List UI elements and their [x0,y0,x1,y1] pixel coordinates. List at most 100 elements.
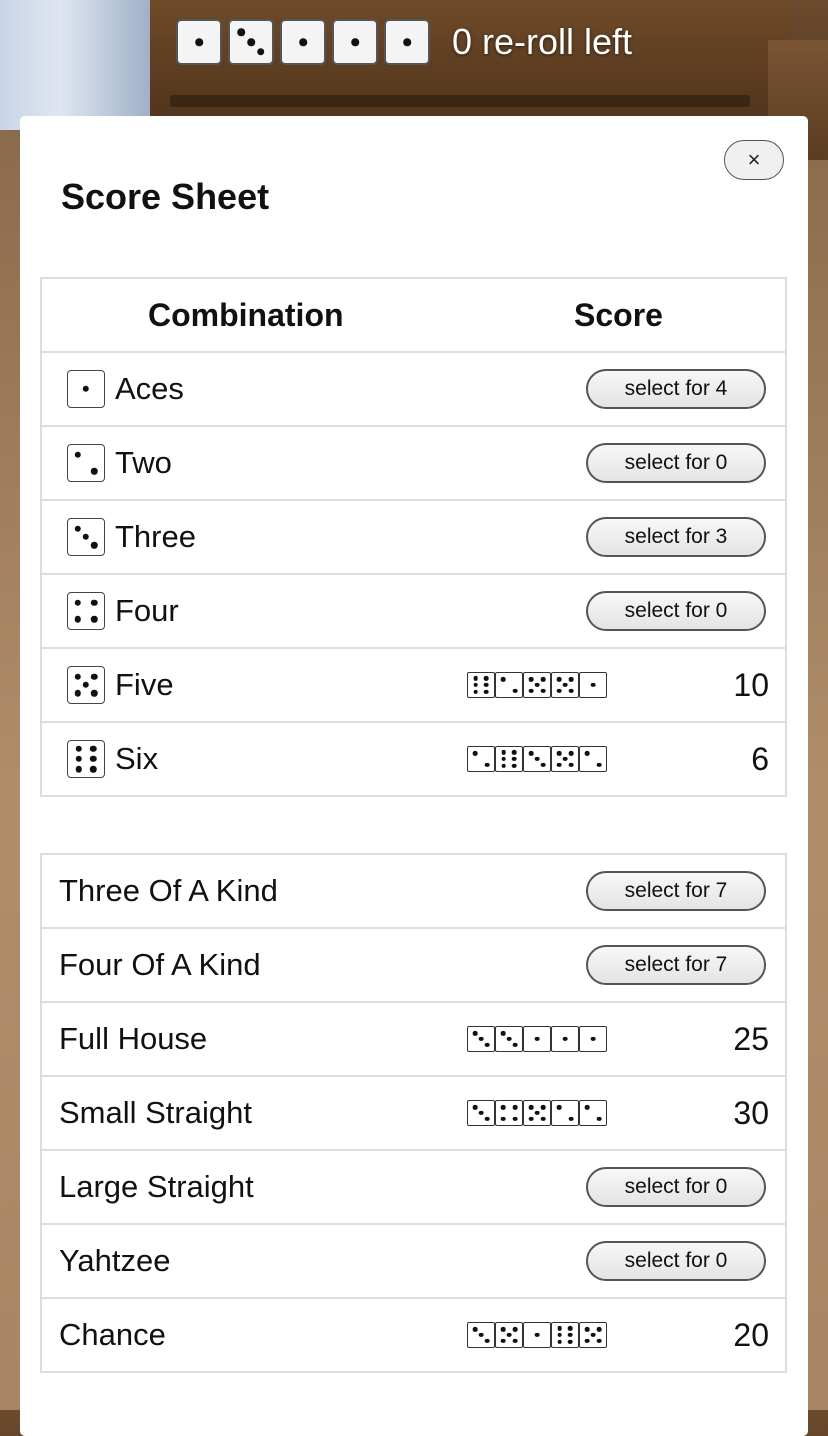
select-score-button[interactable]: select for 0 [586,443,766,483]
pip [91,468,98,475]
die-4 [332,19,378,65]
score-row: Small Straight 30 [42,1075,785,1149]
pip [584,1327,590,1332]
pip [473,676,479,681]
select-score-button[interactable]: select for 3 [586,517,766,557]
pip [484,1338,490,1343]
score-value: 10 [733,666,769,703]
pip [562,756,568,762]
score-row: Large Straight select for 0 [42,1149,785,1223]
pip [557,1339,563,1344]
pip [89,755,97,763]
lower-section-table: Three Of A Kind select for 7 Four Of A Kin… [40,853,787,1373]
score-row: Full House 25 [42,1001,785,1075]
pip [483,689,489,694]
pip [89,765,97,773]
select-score-button[interactable]: select for 0 [586,1167,766,1207]
combination-label: Five [115,667,174,702]
score-row: Yahtzee select for 0 [42,1223,785,1297]
pip [584,1105,590,1110]
combination-label: Small Straight [59,1095,252,1130]
upper-section-table: Combination Score Aces select for 4 Two sel… [40,277,787,797]
mini-die [551,1100,579,1126]
pip [528,1105,534,1110]
score-value: 6 [751,740,769,777]
mini-die [551,672,579,698]
pip [540,1105,546,1110]
pip [351,38,359,46]
combination-label: Full House [59,1021,208,1056]
pip [557,1326,563,1331]
combination-label: Large Straight [59,1169,254,1204]
pip [540,677,546,682]
recorded-dice [467,1322,607,1348]
mini-die [523,1322,551,1348]
select-score-button[interactable]: select for 7 [586,871,766,911]
column-header-score: Score [574,296,663,333]
pip [500,1105,506,1110]
mini-die [467,746,495,772]
pip [596,1327,602,1332]
die-2 [228,19,274,65]
pip [534,682,540,688]
score-row: Five 10 [42,647,785,721]
pip [91,673,98,680]
select-score-button[interactable]: select for 0 [586,591,766,631]
die-face-icon [67,592,105,630]
pip [506,1332,512,1338]
pip [584,751,590,756]
pip [528,1116,534,1121]
die-face-icon [67,666,105,704]
combination-label: Six [115,741,159,776]
score-value: 30 [733,1094,769,1131]
pip [556,762,562,767]
close-button[interactable]: × [724,140,784,180]
recorded-dice [467,672,607,698]
pip [584,1338,590,1343]
reroll-counter: 0 re-roll left [452,21,633,62]
die-face-icon [67,370,105,408]
mini-die [495,1026,523,1052]
pip [74,599,81,606]
pip [74,673,81,680]
die-face-icon [67,444,105,482]
mini-die [467,1100,495,1126]
pip [590,1332,596,1338]
score-value: 25 [733,1020,769,1057]
combination-label: Two [115,445,172,480]
pip [472,1327,478,1332]
mini-die [579,1322,607,1348]
pip [528,751,534,756]
pip [75,765,83,773]
pip [567,1326,573,1331]
pip [557,1332,563,1338]
pip [562,682,568,688]
mini-die [523,1026,551,1052]
current-dice [176,19,436,65]
select-score-button[interactable]: select for 7 [586,945,766,985]
pip [500,1338,506,1343]
combination-label: Four [115,593,179,628]
pip [528,677,534,682]
mini-die [467,1026,495,1052]
recorded-dice [467,1026,607,1052]
select-score-button[interactable]: select for 4 [586,369,766,409]
pip [534,756,540,762]
pip [596,762,602,767]
pip [568,751,574,756]
pip [534,1110,540,1116]
pip [568,1116,574,1121]
score-row: Three Of A Kind select for 7 [42,855,785,927]
pip [91,690,98,697]
pip [82,681,90,689]
pip [501,763,507,768]
pip [540,762,546,767]
mini-die [579,672,607,698]
pip [478,1110,484,1116]
pip [484,1116,490,1121]
select-score-button[interactable]: select for 0 [586,1241,766,1281]
pip [512,1105,518,1110]
recorded-dice [467,746,607,772]
recorded-dice [467,1100,607,1126]
pip [74,451,81,458]
